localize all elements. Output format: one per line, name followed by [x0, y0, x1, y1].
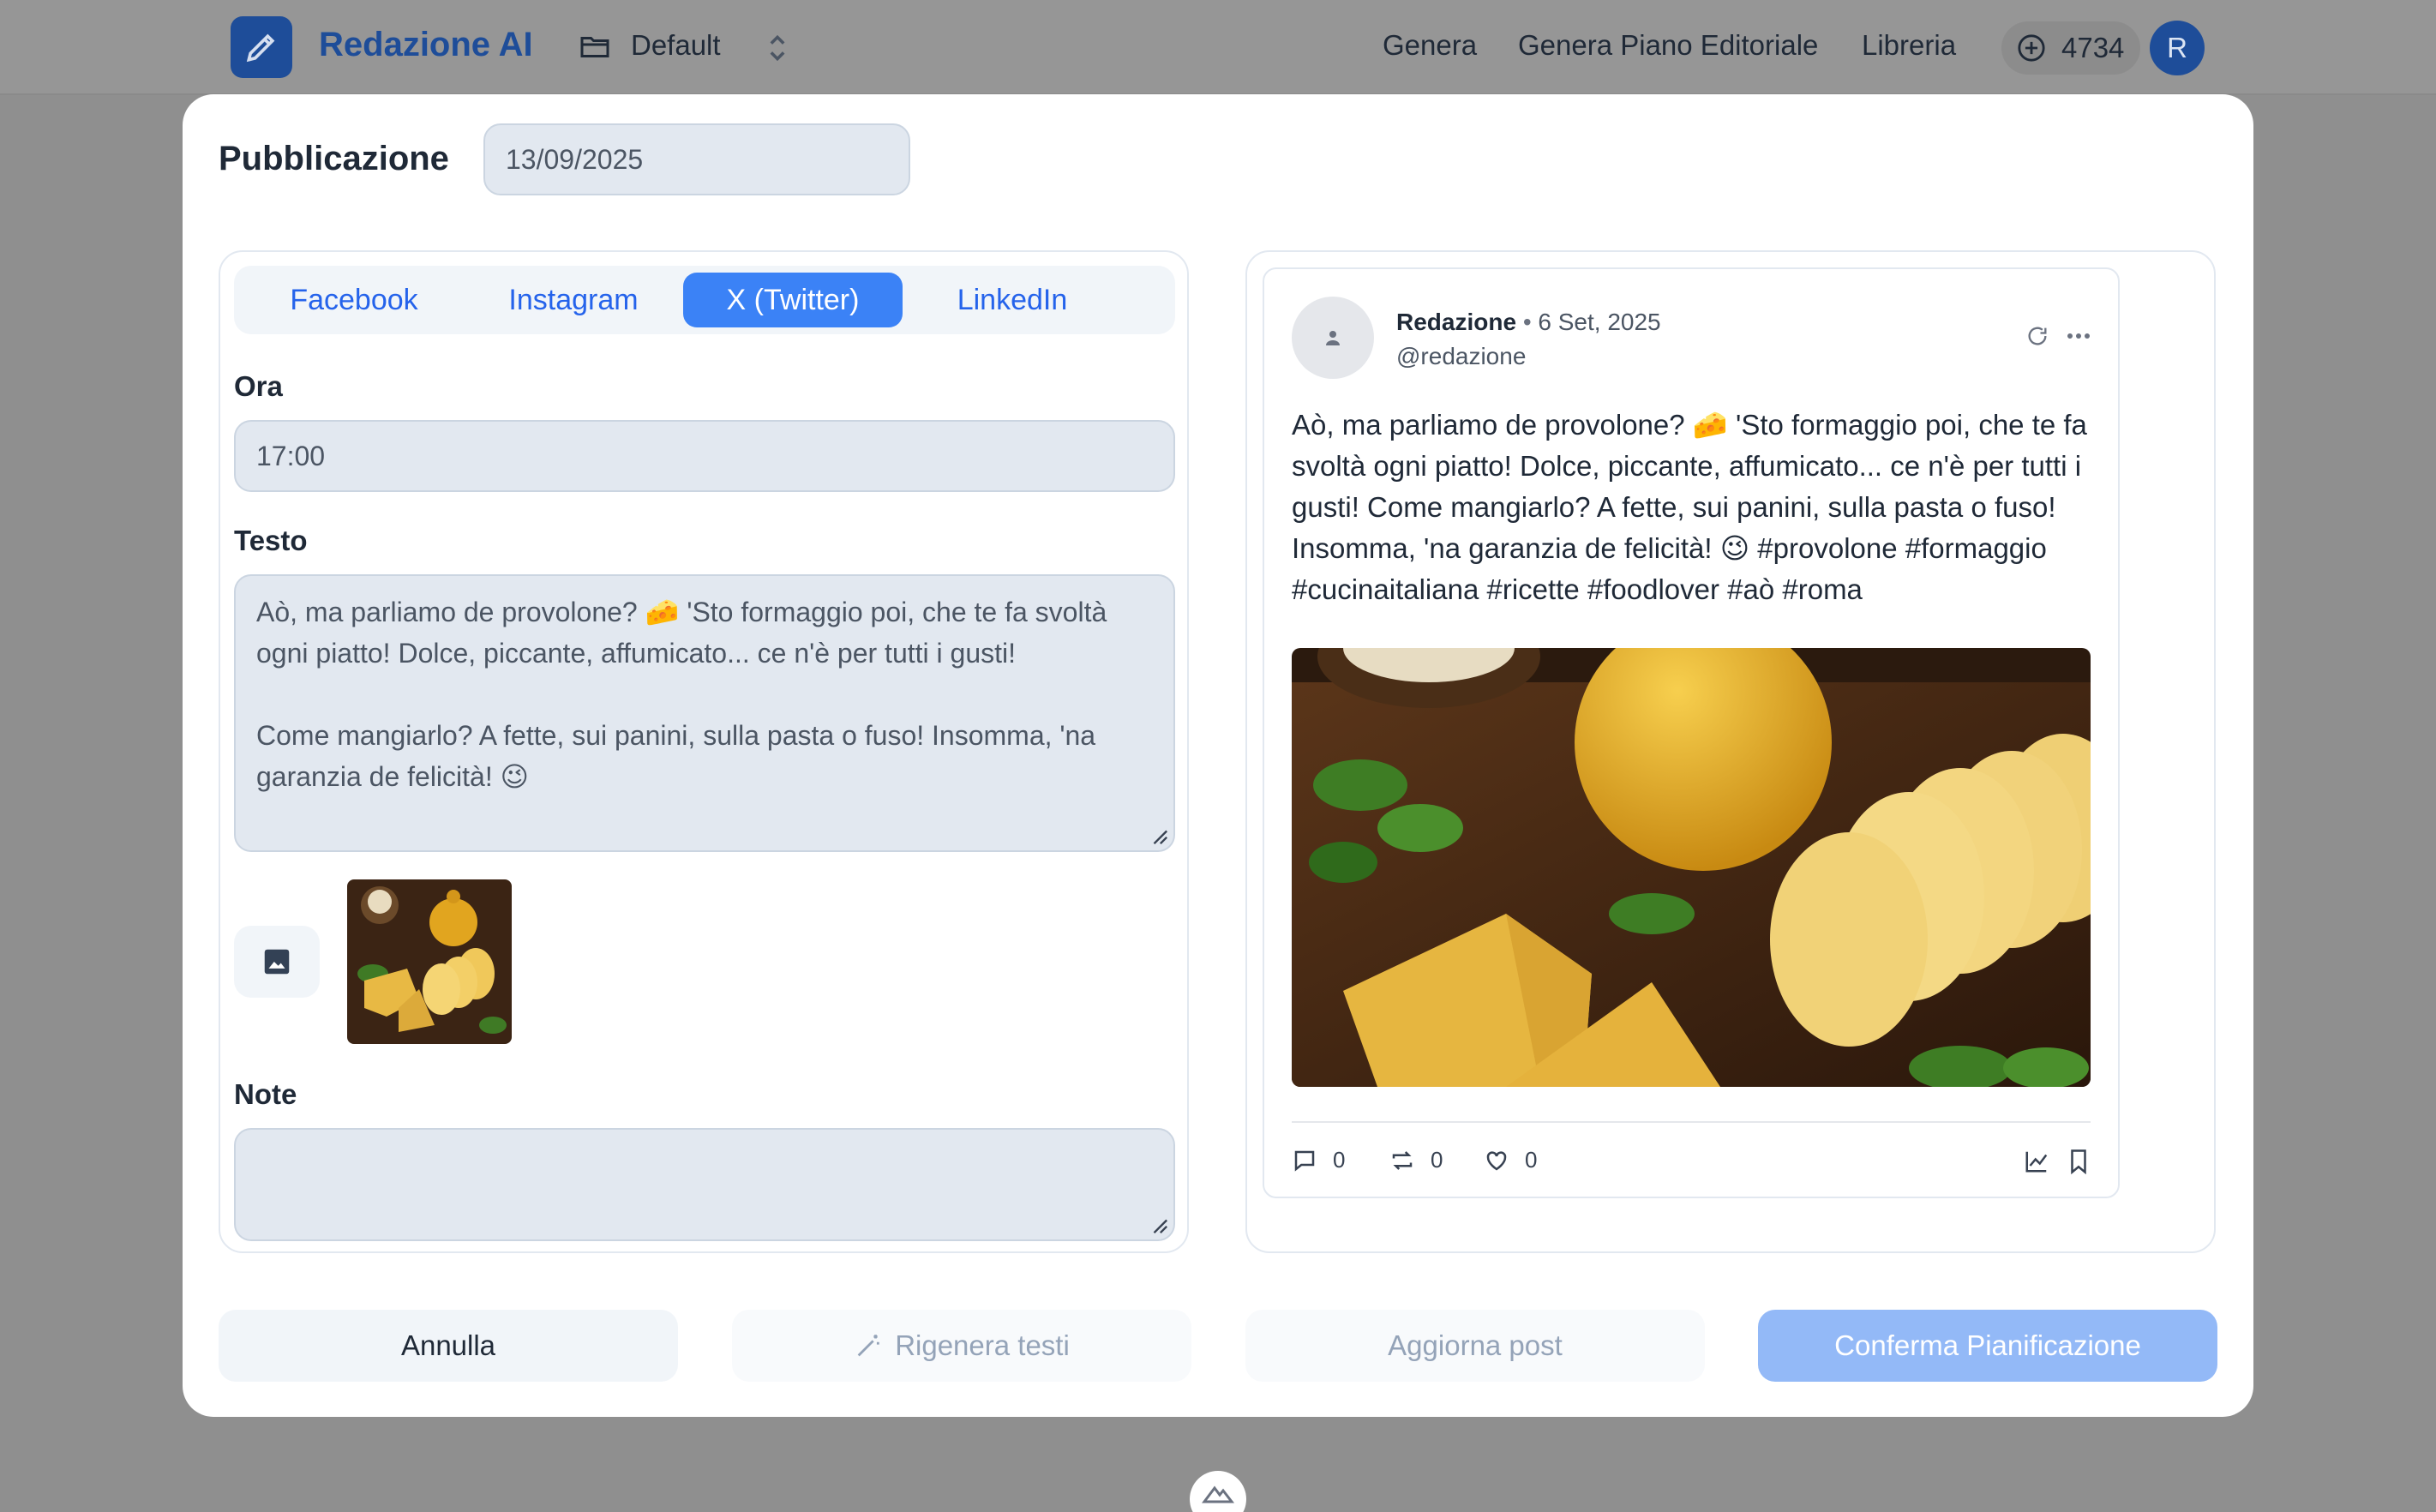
post-author-line: Redazione • 6 Set, 2025 [1396, 309, 1661, 336]
cancel-button[interactable]: Annulla [219, 1310, 678, 1382]
post-author-name: Redazione [1396, 309, 1517, 335]
post-divider [1292, 1121, 2091, 1123]
tab-instagram[interactable]: Instagram [464, 273, 683, 327]
mountain-logo-icon [1202, 1485, 1235, 1503]
attached-image-thumbnail[interactable] [347, 879, 512, 1044]
notes-label: Note [234, 1078, 297, 1110]
credits-badge[interactable]: 4734 [2001, 21, 2140, 75]
post-text-value: Aò, ma parliamo de provolone? 🧀 'Sto for… [256, 597, 1107, 792]
time-label: Ora [234, 370, 283, 402]
post-separator: • [1522, 309, 1532, 335]
regenerate-texts-button[interactable]: Rigenera testi [732, 1310, 1191, 1382]
nav-genera[interactable]: Genera [1383, 29, 1477, 62]
reply-action[interactable]: 0 [1292, 1147, 1345, 1173]
app-badge[interactable] [1190, 1471, 1246, 1512]
analytics-icon[interactable] [2024, 1149, 2049, 1174]
editor-panel: Facebook Instagram X (Twitter) LinkedIn … [219, 250, 1189, 1253]
reply-count: 0 [1333, 1147, 1346, 1173]
comment-icon [1294, 1150, 1315, 1172]
post-avatar [1292, 297, 1374, 379]
workspace-selector[interactable]: Default [631, 29, 721, 62]
update-post-button[interactable]: Aggiorna post [1245, 1310, 1705, 1382]
user-icon [1326, 331, 1340, 345]
tab-x-twitter[interactable]: X (Twitter) [683, 273, 903, 327]
post-preview-text: Aò, ma parliamo de provolone? 🧀 'Sto for… [1292, 409, 2087, 605]
retweet-action[interactable]: 0 [1389, 1147, 1443, 1173]
update-button-label: Aggiorna post [1388, 1329, 1563, 1361]
refresh-icon[interactable] [2025, 324, 2049, 348]
tab-linkedin[interactable]: LinkedIn [903, 273, 1122, 327]
chevron-updown-icon[interactable] [766, 33, 789, 63]
retweet-count: 0 [1431, 1147, 1443, 1173]
resize-handle-icon[interactable] [1149, 826, 1168, 845]
add-image-button[interactable] [234, 926, 320, 998]
top-navbar: Redazione AI Default Genera Genera Piano… [0, 0, 2436, 95]
preview-panel: Redazione • 6 Set, 2025 @redazione Aò, m… [1245, 250, 2216, 1253]
confirm-button-label: Conferma Pianificazione [1834, 1329, 2141, 1361]
tweet-preview-card: Redazione • 6 Set, 2025 @redazione Aò, m… [1263, 267, 2120, 1198]
time-input[interactable]: 17:00 [234, 420, 1175, 492]
post-preview-image [1292, 648, 2091, 1087]
text-label: Testo [234, 525, 308, 556]
image-icon [264, 949, 290, 975]
cancel-button-label: Annulla [400, 1329, 496, 1361]
post-handle: @redazione [1396, 343, 1527, 369]
schedule-modal: Pubblicazione 13/09/2025 Facebook Instag… [183, 94, 2253, 1417]
platform-tabs: Facebook Instagram X (Twitter) LinkedIn [234, 266, 1175, 334]
retweet-icon [1392, 1150, 1413, 1170]
brand-name[interactable]: Redazione AI [319, 26, 533, 64]
post-date: 6 Set, 2025 [1538, 309, 1661, 335]
confirm-schedule-button[interactable]: Conferma Pianificazione [1758, 1310, 2217, 1382]
bookmark-icon[interactable] [2067, 1149, 2091, 1174]
publication-date-input[interactable]: 13/09/2025 [483, 123, 910, 195]
nav-genera-piano-editoriale[interactable]: Genera Piano Editoriale [1518, 29, 1818, 62]
nav-libreria[interactable]: Libreria [1862, 29, 1956, 62]
post-text-area[interactable]: Aò, ma parliamo de provolone? 🧀 'Sto for… [234, 574, 1175, 852]
app-logo[interactable] [231, 16, 292, 78]
like-action[interactable]: 0 [1484, 1147, 1537, 1173]
heart-icon [1486, 1150, 1507, 1170]
like-count: 0 [1525, 1147, 1538, 1173]
regenerate-button-label: Rigenera testi [895, 1329, 1070, 1361]
more-options-icon[interactable] [2067, 329, 2091, 343]
magic-wand-icon [857, 1335, 879, 1357]
folder-icon [580, 37, 609, 57]
publication-label: Pubblicazione [219, 140, 449, 177]
credits-count: 4734 [2061, 32, 2125, 63]
notes-textarea[interactable] [234, 1128, 1175, 1241]
user-avatar[interactable]: R [2150, 21, 2205, 75]
pen-logo-icon [246, 33, 275, 63]
plus-circle-icon [2018, 34, 2045, 62]
tab-facebook[interactable]: Facebook [244, 273, 464, 327]
resize-handle-icon[interactable] [1149, 1215, 1168, 1234]
